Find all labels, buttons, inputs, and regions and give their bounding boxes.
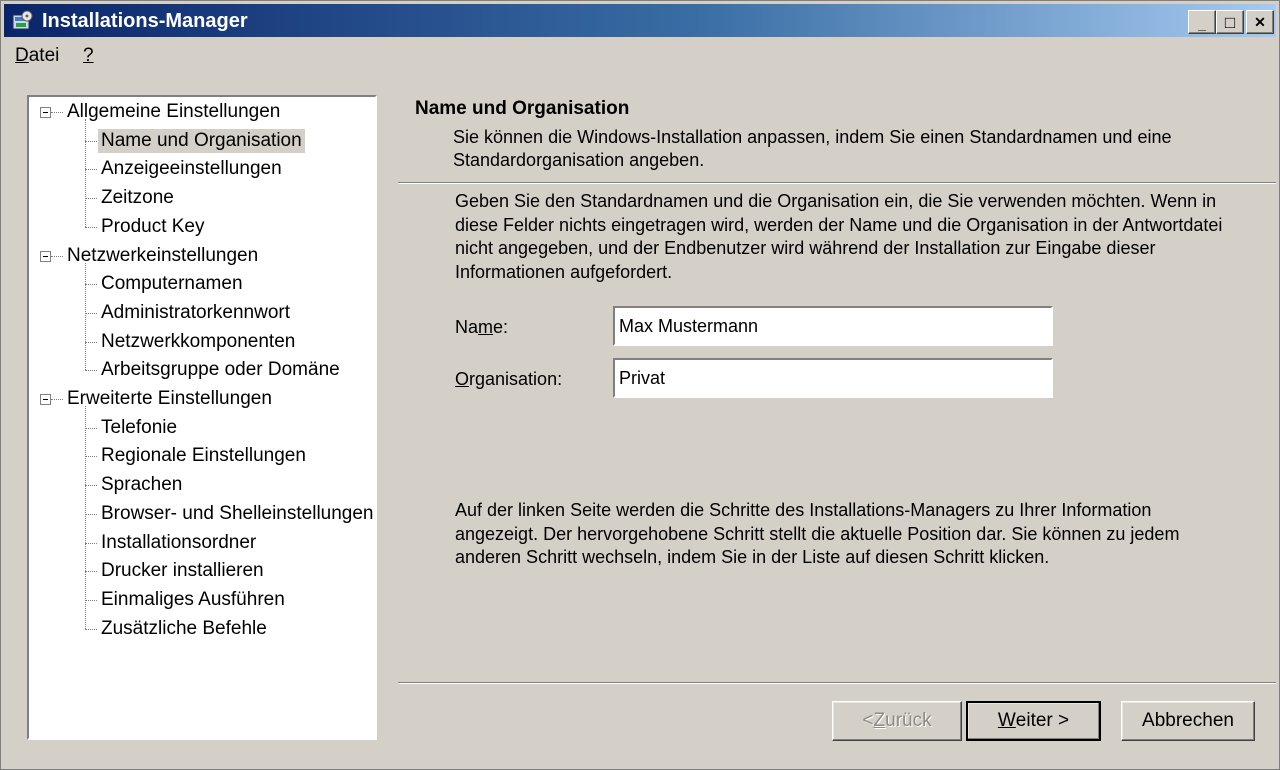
tree-item[interactable]: Anzeigeeinstellungen	[101, 157, 282, 181]
maximize-button[interactable]: □	[1216, 10, 1244, 34]
tree-connector	[51, 255, 63, 257]
tree-item[interactable]: Telefonie	[101, 416, 177, 440]
tree-connector	[85, 513, 97, 515]
tree-item[interactable]: Computernamen	[101, 272, 243, 296]
cancel-button[interactable]: Abbrechen	[1121, 701, 1255, 741]
tree-item[interactable]: Netzwerkkomponenten	[101, 330, 295, 354]
tree-item[interactable]: Sprachen	[101, 473, 182, 497]
tree-item[interactable]: Regionale Einstellungen	[101, 444, 306, 468]
tree-connector	[85, 119, 86, 227]
footer-separator	[398, 682, 1276, 684]
page-description: Sie können die Windows-Installation anpa…	[453, 127, 1172, 170]
tree-connector	[85, 284, 97, 286]
tree-item[interactable]: Drucker installieren	[101, 559, 264, 583]
organisation-label: Organisation:	[455, 369, 563, 389]
organisation-input[interactable]	[613, 358, 1053, 398]
tree-connector	[51, 112, 63, 113]
tree-item[interactable]: Installationsordner	[101, 531, 256, 555]
tree-item[interactable]: Browser- und Shelleinstellungen	[101, 502, 374, 526]
tree-connector	[85, 542, 97, 544]
tree-item[interactable]: Zeitzone	[101, 186, 174, 210]
tree-connector	[85, 599, 97, 601]
tree-connector	[85, 198, 97, 200]
tree-connector	[85, 226, 97, 228]
tree-item[interactable]: Zusätzliche Befehle	[101, 617, 267, 641]
title-bar[interactable]: Installations-Manager _ □ ✕	[4, 4, 1276, 37]
tree-connector	[85, 485, 97, 487]
tree-item[interactable]: Administratorkennwort	[101, 301, 290, 325]
tree-connector	[85, 370, 97, 372]
tree-group-2[interactable]: Netzwerkeinstellungen	[67, 244, 258, 268]
tree-connector	[51, 399, 63, 400]
tree-group-1[interactable]: Allgemeine Einstellungen	[67, 100, 280, 124]
menu-help[interactable]: ?	[83, 45, 94, 67]
tree-connector	[85, 571, 97, 573]
header-separator	[398, 182, 1276, 184]
maximize-icon: □	[1224, 12, 1236, 32]
tree-connector	[85, 312, 97, 314]
minimize-icon: _	[1198, 16, 1206, 32]
steps-tree[interactable]: Allgemeine Einstellungen Name und Organis…	[27, 95, 377, 740]
installations-manager-window: Installations-Manager _ □ ✕ Datei ? Allg…	[0, 0, 1280, 770]
close-button[interactable]: ✕	[1246, 10, 1274, 34]
collapse-icon[interactable]	[40, 107, 51, 118]
name-input[interactable]	[613, 306, 1053, 346]
tree-connector	[85, 406, 86, 629]
tree-connector	[85, 262, 86, 371]
minimize-button[interactable]: _	[1188, 10, 1216, 34]
page-title: Name und Organisation	[415, 98, 630, 119]
collapse-icon[interactable]	[40, 394, 51, 405]
installer-app-icon	[12, 10, 33, 30]
menu-datei[interactable]: Datei	[15, 45, 59, 67]
back-button[interactable]: < Zurück	[832, 701, 962, 741]
collapse-icon[interactable]	[40, 250, 51, 262]
tree-connector	[85, 456, 97, 458]
tree-item[interactable]: Name und Organisation	[98, 128, 305, 153]
tree-connector	[85, 140, 97, 142]
close-icon: ✕	[1254, 14, 1266, 30]
tree-connector	[85, 427, 97, 429]
instructions-text: Geben Sie den Standardnamen und die Orga…	[455, 191, 1223, 282]
tree-connector	[85, 628, 97, 630]
tree-item[interactable]: Arbeitsgruppe oder Domäne	[101, 358, 340, 382]
tree-item[interactable]: Product Key	[101, 215, 205, 239]
next-button[interactable]: Weiter >	[966, 701, 1101, 741]
tree-group-3[interactable]: Erweiterte Einstellungen	[67, 387, 272, 411]
name-label: Name:	[455, 317, 509, 337]
help-text: Auf der linken Seite werden die Schritte…	[455, 500, 1180, 567]
tree-connector	[85, 169, 97, 171]
tree-connector	[85, 341, 97, 343]
tree-item[interactable]: Einmaliges Ausführen	[101, 588, 285, 612]
window-title: Installations-Manager	[42, 10, 248, 32]
